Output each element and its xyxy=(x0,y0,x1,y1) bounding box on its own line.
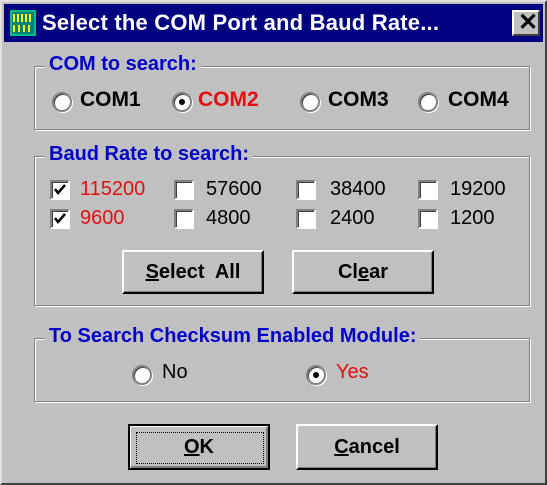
baud-38400-label[interactable]: 38400 xyxy=(330,178,386,201)
check-mark-icon xyxy=(54,213,66,224)
cancel-button[interactable]: Cancel xyxy=(296,424,438,470)
select-all-button[interactable]: Select All xyxy=(122,250,264,294)
window-title: Select the COM Port and Baud Rate... xyxy=(42,10,440,35)
com2-label[interactable]: COM2 xyxy=(198,88,259,112)
com1-radio[interactable] xyxy=(52,92,72,112)
checksum-no-radio[interactable] xyxy=(132,365,152,385)
baud-4800-checkbox[interactable] xyxy=(174,209,194,229)
check-mark-icon xyxy=(54,184,66,195)
close-icon: ✕ xyxy=(518,9,539,36)
baud-57600-label[interactable]: 57600 xyxy=(206,178,262,201)
com4-label[interactable]: COM4 xyxy=(448,88,509,112)
select-all-mnemonic: S xyxy=(145,261,159,283)
clear-mnemonic: e xyxy=(357,261,370,283)
baud-2400-checkbox[interactable] xyxy=(296,209,316,229)
checksum-yes-label[interactable]: Yes xyxy=(336,361,369,384)
app-icon xyxy=(10,10,36,36)
baud-4800-label[interactable]: 4800 xyxy=(206,207,251,230)
focus-rect xyxy=(136,432,264,464)
title-bar[interactable]: Select the COM Port and Baud Rate... ✕ xyxy=(4,4,543,42)
cancel-mnemonic: C xyxy=(334,436,349,458)
checksum-no-label[interactable]: No xyxy=(162,361,188,384)
com-group-legend: COM to search: xyxy=(45,53,201,76)
select-all-label: elect All xyxy=(158,261,241,283)
com3-label[interactable]: COM3 xyxy=(328,88,389,112)
baud-115200-checkbox[interactable] xyxy=(50,180,70,200)
baud-9600-checkbox[interactable] xyxy=(50,209,70,229)
baud-1200-checkbox[interactable] xyxy=(418,209,438,229)
baud-57600-checkbox[interactable] xyxy=(174,180,194,200)
baud-group-legend: Baud Rate to search: xyxy=(45,143,254,166)
checksum-group: To Search Checksum Enabled Module: xyxy=(34,325,530,402)
baud-2400-label[interactable]: 2400 xyxy=(330,207,375,230)
com3-radio[interactable] xyxy=(300,92,320,112)
checksum-yes-radio[interactable] xyxy=(306,365,326,385)
close-button[interactable]: ✕ xyxy=(512,9,540,36)
cancel-label: ancel xyxy=(348,436,400,458)
com4-radio[interactable] xyxy=(418,92,438,112)
dialog-window: Select the COM Port and Baud Rate... ✕ C… xyxy=(0,0,547,485)
clear-label-pre: Cl xyxy=(337,261,358,283)
checksum-group-legend: To Search Checksum Enabled Module: xyxy=(45,325,421,348)
com1-label[interactable]: COM1 xyxy=(80,88,141,112)
com2-radio[interactable] xyxy=(172,92,192,112)
baud-38400-checkbox[interactable] xyxy=(296,180,316,200)
baud-1200-label[interactable]: 1200 xyxy=(450,207,495,230)
baud-9600-label[interactable]: 9600 xyxy=(80,207,125,230)
baud-19200-label[interactable]: 19200 xyxy=(450,178,506,201)
baud-115200-label[interactable]: 115200 xyxy=(80,178,145,201)
clear-button[interactable]: Clear xyxy=(292,250,434,294)
ok-button[interactable]: OK xyxy=(128,424,270,470)
clear-label-post: ar xyxy=(369,261,389,283)
baud-19200-checkbox[interactable] xyxy=(418,180,438,200)
